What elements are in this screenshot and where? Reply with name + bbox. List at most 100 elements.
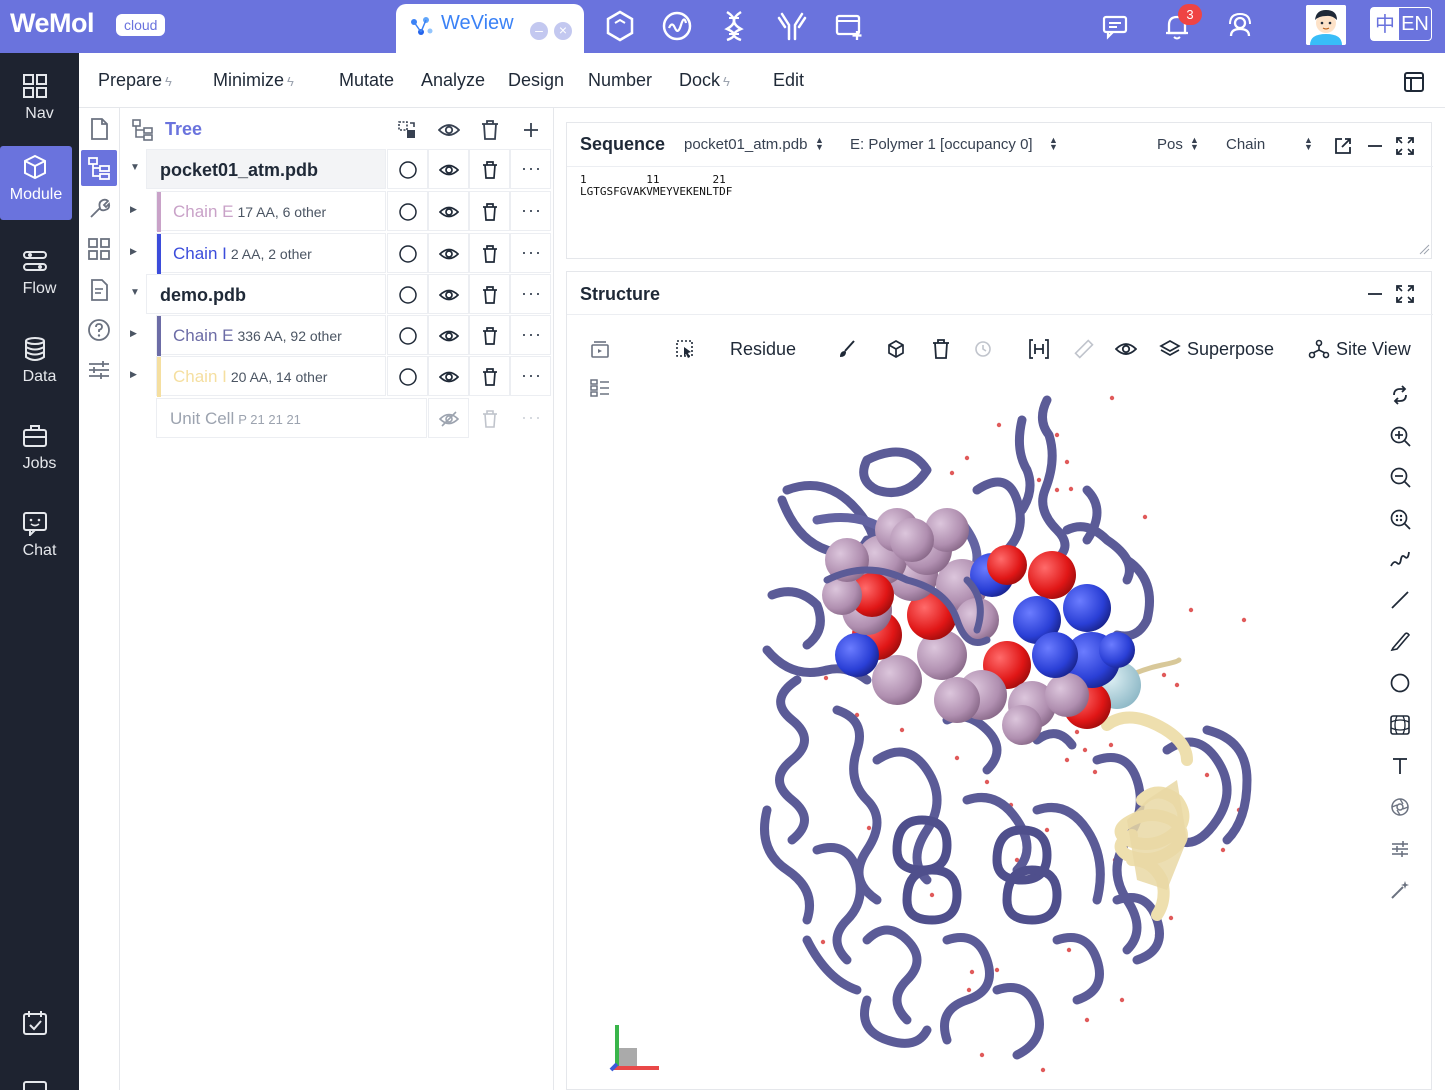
superpose-button[interactable]: Superpose [1187,339,1274,360]
app-logo[interactable]: WeMol [10,8,95,39]
lang-en-option[interactable]: EN [1399,8,1431,40]
zoom-in-icon[interactable] [1389,425,1411,447]
support-icon[interactable] [1223,9,1257,43]
tree-row-name-cell[interactable]: Chain I2 AA, 2 other [156,233,386,274]
resize-handle-icon[interactable] [1418,243,1430,255]
open-external-icon[interactable] [1333,136,1353,156]
select-radio[interactable] [387,191,428,231]
tree-row-name-cell[interactable]: pocket01_atm.pdb [146,149,386,189]
layout-icon[interactable] [1403,71,1425,93]
sidebar-item-data[interactable]: Data [0,328,79,402]
delete-button[interactable] [469,274,510,314]
collapse-caret-icon[interactable]: ▼ [130,287,140,298]
add-window-icon[interactable] [832,9,866,43]
menu-number[interactable]: Number [588,70,652,91]
tree-view-tool[interactable] [81,150,117,186]
adjust-sliders-icon[interactable] [1389,838,1411,860]
aperture-icon[interactable] [1389,796,1411,818]
hexagon-module-icon[interactable] [603,9,637,43]
tree-row-chain[interactable]: ▶ Chain I2 AA, 2 other ··· [130,233,552,274]
more-menu[interactable]: ··· [510,398,551,438]
calendar-check-icon[interactable] [22,1010,48,1036]
tree-row-name-cell[interactable]: Chain E 336 AA, 92 other [156,315,386,356]
tree-row-name-cell[interactable]: Chain E 17 AA, 6 other [156,191,386,232]
tree-row-file[interactable]: ▼ pocket01_atm.pdb ··· [130,149,552,189]
cube-icon[interactable] [885,338,907,360]
polymer-select[interactable]: E: Polymer 1 [occupancy 0] [850,136,1033,153]
sidebar-item-chat[interactable]: Chat [0,502,79,576]
hydrogen-toggle-icon[interactable] [1028,338,1050,360]
tree-row-chain[interactable]: ▶ Chain E 17 AA, 6 other ··· [130,191,552,232]
site-view-icon[interactable] [1308,338,1330,360]
visibility-toggle[interactable] [428,398,469,438]
menu-mutate[interactable]: Mutate [339,70,394,91]
brush-icon[interactable] [836,338,858,360]
visibility-toggle[interactable] [428,233,469,273]
more-menu[interactable]: ··· [510,315,551,355]
tree-row-unit-cell[interactable]: Unit Cell P 21 21 21 ··· [146,398,552,438]
menu-prepare[interactable]: Prepare ϟ [98,70,172,91]
delete-button[interactable] [469,315,510,355]
circle-tool-icon[interactable] [1389,672,1411,694]
menu-design[interactable]: Design [508,70,564,91]
delete-button[interactable] [469,191,510,231]
menu-minimize[interactable]: Minimize ϟ [213,70,294,91]
visibility-toggle[interactable] [428,315,469,355]
collapse-caret-icon[interactable]: ▼ [130,162,140,173]
sidebar-item-nav[interactable]: Nav [0,65,79,139]
sliders-icon[interactable] [87,358,111,382]
more-menu[interactable]: ··· [510,233,551,273]
zoom-fit-icon[interactable] [1389,508,1411,530]
delete-button[interactable] [469,398,510,438]
menu-edit[interactable]: Edit [773,70,804,91]
site-view-button[interactable]: Site View [1336,339,1411,360]
expand-panel-icon[interactable] [1395,136,1415,156]
lang-zh-option[interactable]: 中 [1371,8,1399,40]
wrench-icon[interactable] [87,197,111,221]
sidebar-item-module[interactable]: Module [0,146,72,220]
delete-button[interactable] [469,356,510,396]
surface-grid-icon[interactable] [1389,714,1411,736]
tree-row-chain[interactable]: ▶ Chain I 20 AA, 14 other ··· [130,356,552,397]
more-menu[interactable]: ··· [510,149,551,189]
expand-caret-icon[interactable]: ▶ [130,246,137,257]
tree-row-name-cell[interactable]: demo.pdb [146,274,386,314]
layers-icon[interactable] [1159,338,1181,360]
document-edit-icon[interactable] [87,278,111,302]
pencil-icon[interactable] [1389,630,1411,652]
tree-row-chain[interactable]: ▶ Chain E 336 AA, 92 other ··· [130,315,552,356]
eye-icon[interactable] [438,119,460,141]
tab-weview[interactable]: WeView – × [396,4,584,53]
minimize-tab-icon[interactable]: – [530,22,548,40]
sidebar-item-jobs[interactable]: Jobs [0,415,79,489]
trash-icon[interactable] [930,338,952,360]
antibody-module-icon[interactable] [775,9,809,43]
expand-caret-icon[interactable]: ▶ [130,328,137,339]
more-menu[interactable]: ··· [510,356,551,396]
pos-select[interactable]: Pos [1157,136,1183,153]
history-icon[interactable] [972,338,994,360]
messages-icon[interactable] [1098,9,1132,43]
swap-selection-icon[interactable] [396,119,418,141]
select-radio[interactable] [387,149,428,189]
select-cursor-icon[interactable] [674,338,696,360]
visibility-toggle[interactable] [428,356,469,396]
expand-panel-icon[interactable] [1395,284,1415,304]
help-icon[interactable] [87,318,111,342]
molecule-3d-viewer[interactable] [567,380,1367,1090]
tree-row-name-cell[interactable]: Unit Cell P 21 21 21 [156,398,427,438]
visibility-toggle[interactable] [428,191,469,231]
text-tool-icon[interactable] [1389,755,1411,777]
helix-icon[interactable] [1389,548,1411,570]
expand-caret-icon[interactable]: ▶ [130,369,137,380]
sidebar-item-flow[interactable]: Flow [0,240,79,314]
grid-tool-icon[interactable] [87,237,111,261]
expand-caret-icon[interactable]: ▶ [130,204,137,215]
delete-button[interactable] [469,149,510,189]
file-icon[interactable] [87,117,111,141]
eye-icon[interactable] [1115,338,1137,360]
screenshot-icon[interactable] [589,338,611,360]
more-menu[interactable]: ··· [510,191,551,231]
rotate-icon[interactable] [1389,384,1411,406]
tree-row-file[interactable]: ▼ demo.pdb ··· [130,274,552,314]
